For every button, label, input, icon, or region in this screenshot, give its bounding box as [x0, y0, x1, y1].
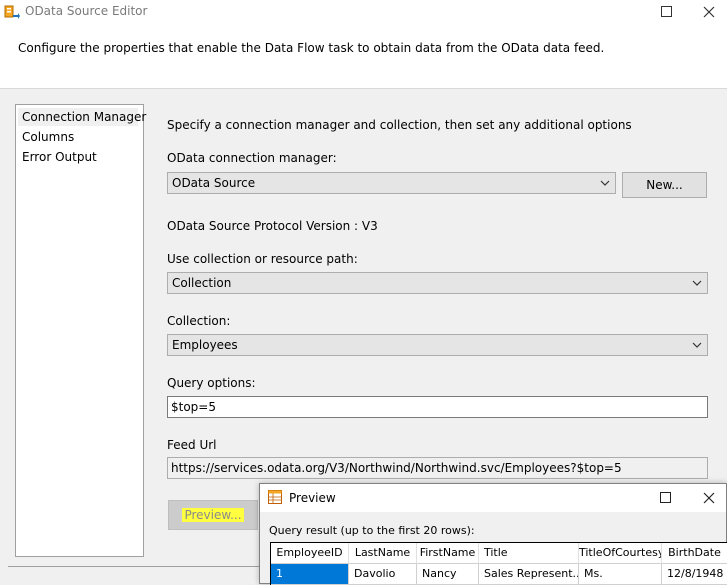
- preview-button[interactable]: Preview...: [168, 500, 258, 530]
- preview-button-label: Preview...: [182, 508, 244, 522]
- use-collection-label: Use collection or resource path:: [167, 252, 358, 266]
- column-header[interactable]: TitleOfCourtesy: [579, 543, 662, 564]
- collection-value: Employees: [172, 338, 238, 352]
- page-navigation-list: Connection Manager Columns Error Output: [15, 104, 146, 557]
- collection-select[interactable]: Employees: [167, 334, 708, 356]
- header-divider: [0, 88, 727, 89]
- collection-label: Collection:: [167, 314, 231, 328]
- maximize-button[interactable]: [644, 0, 690, 24]
- new-connection-button[interactable]: New...: [622, 172, 707, 198]
- preview-title: Preview: [289, 491, 336, 505]
- feed-url-value: https://services.odata.org/V3/Northwind/…: [171, 461, 622, 475]
- intro-text: Specify a connection manager and collect…: [167, 118, 632, 132]
- grid-cell[interactable]: Ms.: [579, 564, 662, 585]
- bottom-divider: [8, 566, 260, 567]
- feed-url-label: Feed Url: [167, 438, 217, 452]
- protocol-version-text: OData Source Protocol Version : V3: [167, 219, 378, 233]
- connection-manager-label: OData connection manager:: [167, 151, 337, 165]
- preview-title-bar: Preview: [260, 484, 726, 512]
- column-header[interactable]: LastName: [349, 543, 417, 564]
- preview-caption: Query result (up to the first 20 rows):: [269, 524, 475, 537]
- title-bar: OData Source Editor: [0, 0, 727, 24]
- header-description: Configure the properties that enable the…: [18, 41, 605, 55]
- chevron-down-icon: [600, 180, 610, 186]
- nav-item-columns[interactable]: Columns: [18, 128, 74, 146]
- preview-window: Preview Query result (up to the first 20…: [259, 483, 727, 585]
- grid-cell[interactable]: 12/8/1948: [662, 564, 727, 585]
- odata-source-icon: [4, 5, 20, 19]
- close-icon: [703, 6, 714, 18]
- use-collection-value: Collection: [172, 276, 232, 290]
- preview-close-button[interactable]: [690, 484, 727, 512]
- maximize-icon: [661, 6, 672, 17]
- grid-cell[interactable]: 1: [271, 564, 349, 585]
- column-header[interactable]: FirstName: [417, 543, 479, 564]
- column-header[interactable]: Title: [479, 543, 579, 564]
- column-header[interactable]: EmployeeID: [271, 543, 349, 564]
- window-title: OData Source Editor: [25, 4, 148, 18]
- chevron-down-icon: [692, 280, 702, 286]
- preview-results-grid[interactable]: EmployeeID LastName FirstName Title Titl…: [270, 542, 727, 585]
- column-header[interactable]: BirthDate: [662, 543, 727, 564]
- connection-manager-value: OData Source: [172, 176, 256, 190]
- maximize-icon: [660, 492, 671, 503]
- feed-url-field[interactable]: https://services.odata.org/V3/Northwind/…: [167, 457, 708, 479]
- query-options-input[interactable]: $top=5: [167, 396, 708, 418]
- nav-item-connection-manager[interactable]: Connection Manager: [18, 108, 146, 126]
- grid-cell[interactable]: Sales Represent...: [479, 564, 579, 585]
- close-icon: [703, 492, 715, 504]
- connection-manager-select[interactable]: OData Source: [167, 172, 616, 194]
- use-collection-select[interactable]: Collection: [167, 272, 708, 294]
- odata-source-editor-window: OData Source Editor Configure the proper…: [0, 0, 727, 585]
- header-band: [0, 24, 727, 88]
- grid-cell[interactable]: Nancy: [417, 564, 479, 585]
- grid-cell[interactable]: Davolio: [349, 564, 417, 585]
- query-options-value: $top=5: [171, 400, 216, 414]
- nav-item-error-output[interactable]: Error Output: [18, 148, 97, 166]
- query-options-label: Query options:: [167, 376, 256, 390]
- preview-maximize-button[interactable]: [643, 484, 689, 512]
- close-button[interactable]: [690, 0, 727, 24]
- chevron-down-icon: [692, 342, 702, 348]
- preview-table-icon: [268, 490, 282, 504]
